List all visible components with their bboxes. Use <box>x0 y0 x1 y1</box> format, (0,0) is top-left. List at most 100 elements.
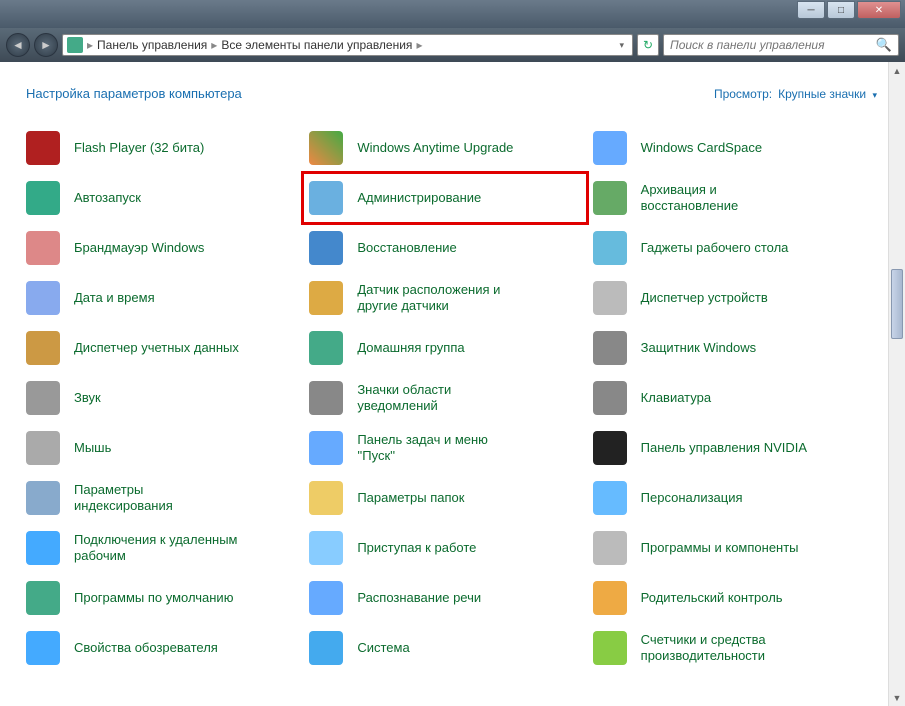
breadcrumb-seg-1[interactable]: Панель управления <box>93 38 211 52</box>
item-label: Звук <box>74 390 101 406</box>
maximize-button[interactable]: □ <box>827 1 855 19</box>
item-label: Мышь <box>74 440 111 456</box>
control-panel-item[interactable]: Архивация и восстановление <box>587 173 870 223</box>
view-mode-dropdown[interactable]: Крупные значки ▾ <box>778 87 877 101</box>
control-panel-item[interactable]: Диспетчер учетных данных <box>20 323 303 373</box>
item-label: Параметры папок <box>357 490 464 506</box>
item-label: Подключения к удаленным рабочим <box>74 532 244 565</box>
item-icon <box>593 131 627 165</box>
item-icon <box>309 431 343 465</box>
item-label: Датчик расположения и другие датчики <box>357 282 527 315</box>
chevron-down-icon: ▾ <box>872 90 877 100</box>
item-icon <box>26 331 60 365</box>
control-panel-item[interactable]: Программы по умолчанию <box>20 573 303 623</box>
item-label: Windows CardSpace <box>641 140 762 156</box>
header-row: Настройка параметров компьютера Просмотр… <box>0 62 905 115</box>
control-panel-item[interactable]: Распознавание речи <box>303 573 586 623</box>
control-panel-item[interactable]: Свойства обозревателя <box>20 623 303 673</box>
control-panel-item[interactable]: Защитник Windows <box>587 323 870 373</box>
item-icon <box>26 581 60 615</box>
control-panel-item[interactable]: Клавиатура <box>587 373 870 423</box>
item-icon <box>593 281 627 315</box>
control-panel-item[interactable]: Параметры папок <box>303 473 586 523</box>
item-icon <box>26 281 60 315</box>
scroll-thumb[interactable] <box>891 269 903 339</box>
item-label: Домашняя группа <box>357 340 464 356</box>
control-panel-item[interactable]: Система <box>303 623 586 673</box>
control-panel-item[interactable]: Диспетчер устройств <box>587 273 870 323</box>
item-label: Брандмауэр Windows <box>74 240 204 256</box>
control-panel-item[interactable]: Подключения к удаленным рабочим <box>20 523 303 573</box>
item-icon <box>26 231 60 265</box>
item-icon <box>309 581 343 615</box>
item-label: Панель задач и меню ''Пуск'' <box>357 432 527 465</box>
item-icon <box>593 481 627 515</box>
item-icon <box>593 531 627 565</box>
item-label: Flash Player (32 бита) <box>74 140 204 156</box>
item-icon <box>309 281 343 315</box>
item-label: Гаджеты рабочего стола <box>641 240 789 256</box>
titlebar: ─ □ ✕ <box>0 0 905 28</box>
control-panel-item[interactable]: Брандмауэр Windows <box>20 223 303 273</box>
item-icon <box>26 531 60 565</box>
scroll-down-button[interactable]: ▼ <box>889 689 905 706</box>
item-label: Дата и время <box>74 290 155 306</box>
control-panel-item[interactable]: Windows CardSpace <box>587 123 870 173</box>
close-button[interactable]: ✕ <box>857 1 901 19</box>
item-icon <box>593 631 627 665</box>
scroll-track[interactable] <box>889 79 905 689</box>
item-label: Родительский контроль <box>641 590 783 606</box>
scrollbar[interactable]: ▲ ▼ <box>888 62 905 706</box>
scroll-up-button[interactable]: ▲ <box>889 62 905 79</box>
control-panel-item[interactable]: Датчик расположения и другие датчики <box>303 273 586 323</box>
back-button[interactable]: ◄ <box>6 33 30 57</box>
control-panel-item[interactable]: Звук <box>20 373 303 423</box>
control-panel-item[interactable]: Персонализация <box>587 473 870 523</box>
item-label: Параметры индексирования <box>74 482 244 515</box>
control-panel-item[interactable]: Параметры индексирования <box>20 473 303 523</box>
view-mode-value: Крупные значки <box>778 87 866 101</box>
search-input[interactable] <box>670 38 876 52</box>
search-box[interactable]: 🔍 <box>663 34 899 56</box>
item-label: Система <box>357 640 409 656</box>
minimize-button[interactable]: ─ <box>797 1 825 19</box>
window-controls: ─ □ ✕ <box>797 1 901 19</box>
item-icon <box>26 181 60 215</box>
control-panel-item[interactable]: Автозапуск <box>20 173 303 223</box>
control-panel-item[interactable]: Домашняя группа <box>303 323 586 373</box>
control-panel-item[interactable]: Счетчики и средства производительности <box>587 623 870 673</box>
item-label: Восстановление <box>357 240 456 256</box>
control-panel-item[interactable]: Значки области уведомлений <box>303 373 586 423</box>
control-panel-item[interactable]: Гаджеты рабочего стола <box>587 223 870 273</box>
control-panel-icon <box>67 37 83 53</box>
item-icon <box>309 231 343 265</box>
control-panel-item[interactable]: Приступая к работе <box>303 523 586 573</box>
item-icon <box>593 231 627 265</box>
control-panel-item[interactable]: Flash Player (32 бита) <box>20 123 303 173</box>
item-label: Защитник Windows <box>641 340 756 356</box>
item-label: Программы и компоненты <box>641 540 799 556</box>
item-icon <box>309 381 343 415</box>
address-dropdown-icon[interactable]: ▾ <box>615 40 628 51</box>
control-panel-item[interactable]: Мышь <box>20 423 303 473</box>
control-panel-item[interactable]: Администрирование <box>303 173 586 223</box>
breadcrumb-sep: ▸ <box>416 38 422 52</box>
refresh-button[interactable]: ↻ <box>637 34 659 56</box>
control-panel-item[interactable]: Панель управления NVIDIA <box>587 423 870 473</box>
control-panel-item[interactable]: Восстановление <box>303 223 586 273</box>
control-panel-item[interactable]: Программы и компоненты <box>587 523 870 573</box>
item-label: Диспетчер устройств <box>641 290 768 306</box>
item-icon <box>309 481 343 515</box>
search-icon[interactable]: 🔍 <box>876 37 892 53</box>
address-bar[interactable]: ▸ Панель управления ▸ Все элементы панел… <box>62 34 633 56</box>
forward-button[interactable]: ► <box>34 33 58 57</box>
view-label: Просмотр: <box>714 87 772 101</box>
control-panel-item[interactable]: Панель задач и меню ''Пуск'' <box>303 423 586 473</box>
control-panel-item[interactable]: Родительский контроль <box>587 573 870 623</box>
breadcrumb-seg-2[interactable]: Все элементы панели управления <box>217 38 416 52</box>
item-label: Автозапуск <box>74 190 141 206</box>
control-panel-item[interactable]: Windows Anytime Upgrade <box>303 123 586 173</box>
item-icon <box>309 131 343 165</box>
item-icon <box>593 331 627 365</box>
control-panel-item[interactable]: Дата и время <box>20 273 303 323</box>
